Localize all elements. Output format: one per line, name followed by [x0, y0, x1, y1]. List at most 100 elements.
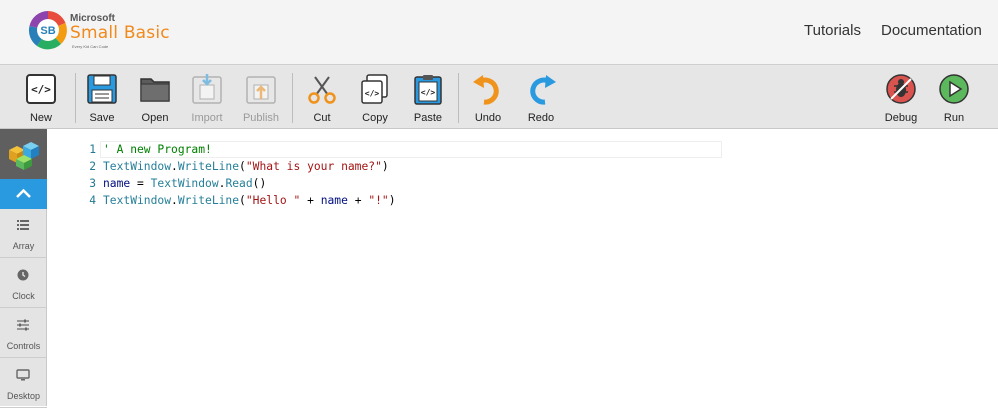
chevron-up-icon: [16, 188, 31, 198]
code-line[interactable]: 1 ' A new Program!: [48, 141, 748, 158]
library-sidebar: Array Clock Controls Desktop: [0, 129, 47, 408]
save-floppy-icon: [87, 74, 117, 104]
code-token: TextWindow: [103, 194, 172, 207]
blocks-icon: [9, 142, 39, 170]
sidebar-item-label: Desktop: [6, 391, 41, 401]
open-folder-icon: [140, 78, 170, 102]
cut-button[interactable]: Cut: [297, 71, 347, 125]
svg-text:</>: </>: [31, 83, 51, 96]
new-file-icon: </>: [26, 74, 56, 104]
publish-button[interactable]: Publish: [236, 71, 286, 125]
code-text: ' A new Program!: [103, 141, 212, 158]
code-token: "!": [368, 194, 389, 207]
copy-button[interactable]: </> Copy: [350, 71, 400, 125]
code-editor[interactable]: 1 ' A new Program! 2 TextWindow.WriteLine("…: [48, 129, 998, 406]
code-text: TextWindow.WriteLine("Hello " + name + "…: [103, 192, 396, 209]
redo-button[interactable]: Redo: [516, 71, 566, 125]
publish-icon: [246, 76, 276, 104]
code-token: name: [103, 177, 131, 190]
paste-label: Paste: [413, 112, 443, 124]
cut-label: Cut: [313, 112, 331, 124]
sidebar-collapse-button[interactable]: [0, 179, 47, 209]
run-label: Run: [943, 112, 965, 124]
toolbar-divider: [75, 73, 76, 123]
library-header: [0, 129, 47, 179]
line-number: 1: [89, 143, 96, 156]
small-basic-logo[interactable]: SB Microsoft Small Basic Every Kid Can C…: [28, 10, 178, 54]
code-line[interactable]: 3 name = TextWindow.Read(): [48, 175, 748, 192]
code-token: ' A new Program!: [103, 143, 212, 156]
svg-text:SB: SB: [40, 25, 55, 37]
logo-emblem-icon: SB: [28, 11, 67, 50]
logo-product: Small Basic: [70, 23, 170, 43]
svg-text:</>: </>: [365, 89, 380, 98]
redo-arrow-icon: [530, 75, 556, 105]
code-text: TextWindow.WriteLine("What is your name?…: [103, 158, 389, 175]
save-label: Save: [89, 112, 115, 124]
import-label: Import: [191, 112, 223, 124]
run-button[interactable]: Run: [929, 71, 979, 125]
code-token: ): [381, 160, 389, 173]
sidebar-item-label: Clock: [12, 291, 35, 301]
nav-tutorials[interactable]: Tutorials: [804, 22, 861, 39]
monitor-icon: [16, 369, 30, 381]
copy-label: Copy: [362, 112, 388, 124]
code-token: TextWindow: [150, 177, 219, 190]
undo-button[interactable]: Undo: [463, 71, 513, 125]
scissors-icon: [308, 76, 336, 104]
code-token: (: [239, 194, 246, 207]
line-number: 2: [89, 160, 96, 173]
run-play-icon: [939, 74, 969, 104]
redo-label: Redo: [527, 112, 555, 124]
sidebar-item-label: Array: [12, 241, 35, 251]
code-token: +: [300, 194, 321, 207]
code-token: .: [171, 194, 178, 207]
code-token: WriteLine: [177, 194, 240, 207]
sidebar-item-controls[interactable]: Controls: [0, 309, 47, 358]
svg-text:</>: </>: [421, 88, 436, 97]
undo-label: Undo: [474, 112, 502, 124]
code-token: (): [252, 177, 267, 190]
debug-label: Debug: [884, 112, 918, 124]
paste-clipboard-icon: </>: [414, 75, 442, 105]
app-header: SB Microsoft Small Basic Every Kid Can C…: [0, 0, 998, 64]
paste-button[interactable]: </> Paste: [403, 71, 453, 125]
code-token: TextWindow: [103, 160, 172, 173]
code-token: .: [171, 160, 178, 173]
sidebar-item-array[interactable]: Array: [0, 209, 47, 258]
code-token: name: [320, 194, 348, 207]
sliders-icon: [17, 319, 29, 331]
toolbar-divider: [458, 73, 459, 123]
line-number: 4: [89, 194, 96, 207]
clock-icon: [17, 269, 29, 281]
code-text: name = TextWindow.Read(): [103, 175, 266, 192]
toolbar: </> New Save Open Import Publish Cut </>…: [0, 64, 998, 129]
toolbar-divider: [292, 73, 293, 123]
code-token: (: [239, 160, 246, 173]
save-button[interactable]: Save: [77, 71, 127, 125]
code-token: Read: [225, 177, 253, 190]
copy-icon: </>: [361, 74, 388, 104]
code-token: =: [130, 177, 151, 190]
debug-bug-icon: [886, 74, 916, 104]
debug-button[interactable]: Debug: [876, 71, 926, 125]
new-label: New: [29, 112, 52, 124]
open-label: Open: [141, 112, 169, 124]
code-token: "Hello ": [245, 194, 301, 207]
code-token: WriteLine: [177, 160, 240, 173]
logo-tagline: Every Kid Can Code: [72, 44, 109, 49]
import-button[interactable]: Import: [182, 71, 232, 125]
code-token: "What is your name?": [245, 160, 382, 173]
line-number: 3: [89, 177, 96, 190]
code-token: ): [388, 194, 396, 207]
new-button[interactable]: </> New: [16, 71, 66, 125]
list-icon: [17, 220, 29, 230]
code-line[interactable]: 2 TextWindow.WriteLine("What is your name…: [48, 158, 748, 175]
sidebar-item-label: Controls: [6, 341, 41, 351]
import-icon: [192, 74, 222, 104]
code-line[interactable]: 4 TextWindow.WriteLine("Hello " + name + …: [48, 192, 748, 209]
sidebar-item-desktop[interactable]: Desktop: [0, 359, 47, 408]
sidebar-item-clock[interactable]: Clock: [0, 259, 47, 308]
open-button[interactable]: Open: [130, 71, 180, 125]
nav-documentation[interactable]: Documentation: [881, 22, 982, 39]
